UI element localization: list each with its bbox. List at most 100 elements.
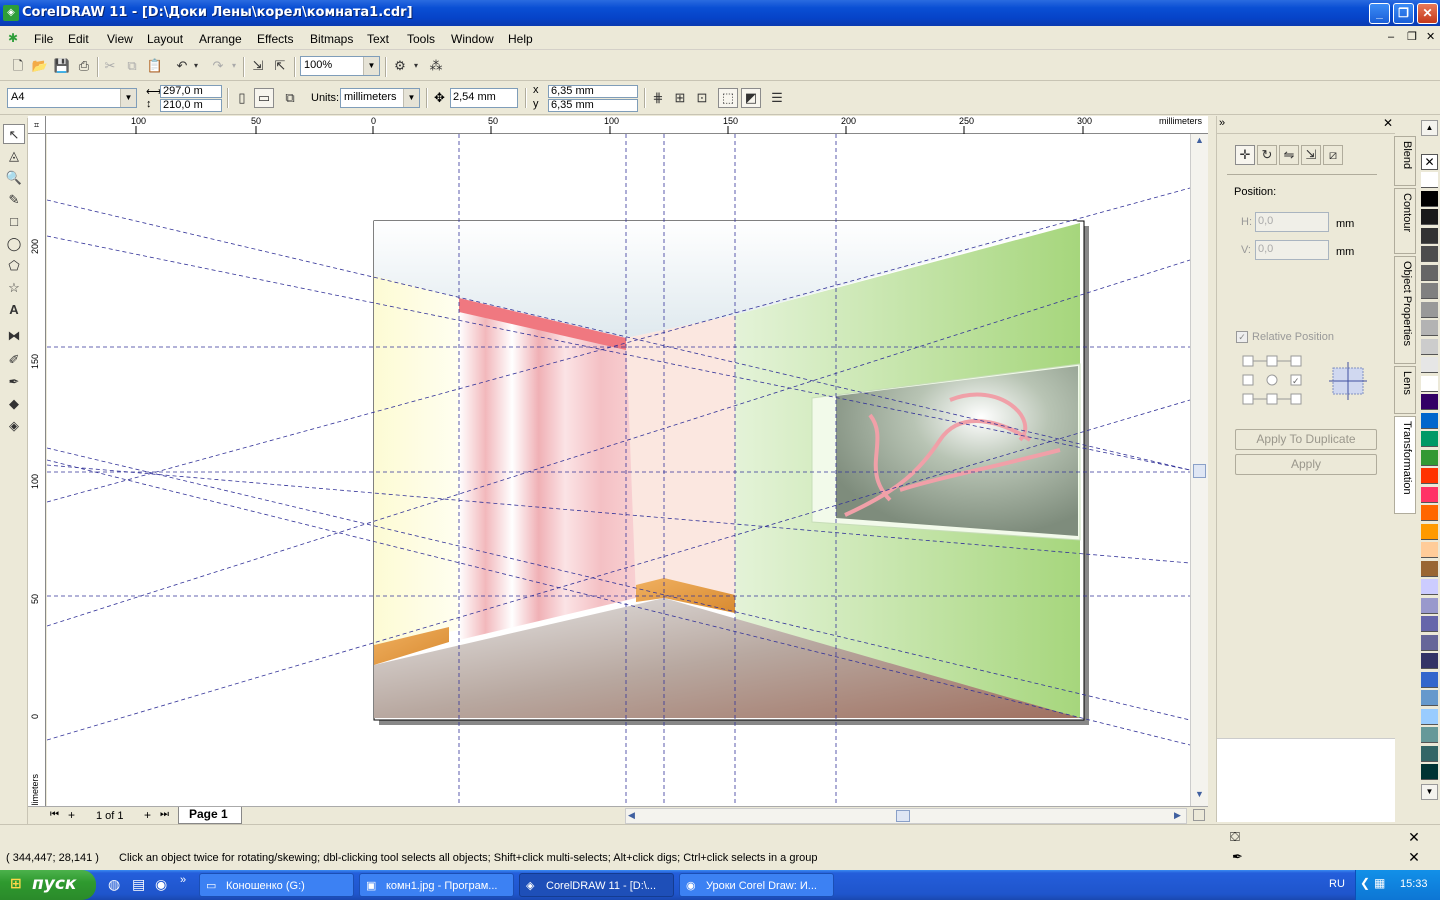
interactive-fill-icon[interactable]: ◈ — [3, 416, 25, 436]
menu-tools[interactable]: Tools — [407, 32, 435, 46]
color-swatch[interactable] — [1421, 357, 1438, 373]
tab-object-properties[interactable]: Object Properties — [1394, 256, 1416, 364]
cut-icon[interactable]: ✂ — [100, 56, 120, 76]
tab-contour[interactable]: Contour — [1394, 188, 1416, 254]
doc-close-button[interactable]: ✕ — [1426, 30, 1435, 43]
corel-online-icon[interactable]: ⁂ — [426, 56, 446, 76]
tab-lens[interactable]: Lens — [1394, 366, 1416, 414]
color-swatch[interactable] — [1421, 283, 1438, 299]
color-swatch[interactable] — [1421, 246, 1438, 262]
color-swatch[interactable] — [1421, 486, 1438, 503]
color-swatch[interactable] — [1421, 745, 1438, 762]
menu-effects[interactable]: Effects — [257, 32, 293, 46]
export-icon[interactable]: ⇱ — [270, 56, 290, 76]
color-swatch[interactable] — [1421, 190, 1438, 207]
chevron-down-icon[interactable]: ▼ — [363, 57, 379, 75]
duplicate-y-field[interactable]: 6,35 mm — [548, 99, 638, 112]
language-indicator[interactable]: RU — [1329, 878, 1345, 890]
options-icon[interactable]: ☰ — [767, 88, 787, 108]
doc-restore-button[interactable]: ❐ — [1407, 30, 1417, 43]
ruler-corner[interactable]: ⌗ — [28, 116, 46, 134]
tray-expand-icon[interactable]: ❮ — [1360, 876, 1370, 890]
basic-shapes-icon[interactable]: ☆ — [3, 278, 25, 298]
color-swatch[interactable] — [1421, 412, 1438, 429]
palette-scroll-down-icon[interactable]: ▼ — [1421, 784, 1438, 800]
paste-icon[interactable]: 📋 — [145, 56, 165, 76]
skew-mode-icon[interactable]: ⧄ — [1323, 145, 1343, 165]
open-icon[interactable]: 📂 — [30, 56, 50, 76]
color-swatch[interactable] — [1421, 690, 1438, 706]
fill-tool-icon[interactable]: ◆ — [3, 394, 25, 414]
tab-transformation[interactable]: Transformation — [1394, 416, 1416, 514]
ellipse-tool-icon[interactable]: ◯ — [3, 234, 25, 254]
outline-tool-icon[interactable]: ✒ — [3, 372, 25, 392]
position-mode-icon[interactable]: ✛ — [1235, 145, 1255, 165]
zoom-combo[interactable]: 100% ▼ — [300, 56, 380, 76]
color-swatch[interactable] — [1421, 542, 1438, 558]
print-icon[interactable]: ⎙ — [74, 56, 94, 76]
color-swatch[interactable] — [1421, 172, 1438, 188]
interactive-blend-icon[interactable]: ⧓ — [3, 326, 25, 346]
color-swatch[interactable] — [1421, 449, 1438, 466]
color-swatch[interactable] — [1421, 209, 1438, 225]
palette-scroll-up-icon[interactable]: ▲ — [1421, 120, 1438, 136]
landscape-icon[interactable]: ▭ — [254, 88, 274, 108]
shape-tool-icon[interactable]: ◬ — [3, 146, 25, 166]
color-swatch[interactable] — [1421, 468, 1438, 484]
text-tool-icon[interactable]: A — [3, 300, 25, 320]
color-swatch[interactable] — [1421, 320, 1438, 336]
size-mode-icon[interactable]: ⇲ — [1301, 145, 1321, 165]
zoom-tool-icon[interactable]: 🔍 — [3, 168, 25, 188]
task-konoshenko[interactable]: ▭ Коношенко (G:) — [199, 873, 354, 897]
quick-launch-desktop-icon[interactable]: ▤ — [132, 876, 145, 893]
treat-filled-icon[interactable]: ⬚ — [718, 88, 738, 108]
undo-icon[interactable]: ↶ — [172, 56, 192, 76]
launcher-dropdown-icon[interactable]: ▾ — [410, 56, 422, 76]
color-swatch[interactable] — [1421, 264, 1438, 281]
eyedropper-icon[interactable]: ✐ — [3, 350, 25, 370]
draw-selection-icon[interactable]: ◩ — [741, 88, 761, 108]
no-fill-swatch[interactable]: ✕ — [1421, 154, 1438, 170]
import-icon[interactable]: ⇲ — [248, 56, 268, 76]
snap-grid-icon[interactable]: ⋕ — [648, 88, 668, 108]
rotate-mode-icon[interactable]: ↻ — [1257, 145, 1277, 165]
menu-arrange[interactable]: Arrange — [199, 32, 242, 46]
task-chrome[interactable]: ◉ Уроки Corel Draw: И... — [679, 873, 834, 897]
last-page-icon[interactable]: ⏭ — [160, 809, 169, 820]
page-width-field[interactable]: 297,0 m — [160, 85, 222, 98]
horizontal-scrollbar[interactable]: ◀ ▶ — [625, 808, 1187, 824]
network-icon[interactable]: ▦ — [1374, 876, 1385, 890]
undo-dropdown-icon[interactable]: ▾ — [190, 56, 202, 76]
save-icon[interactable]: 💾 — [52, 56, 72, 76]
menu-window[interactable]: Window — [451, 32, 494, 46]
relative-position-checkbox[interactable]: ✓ — [1236, 331, 1248, 343]
color-swatch[interactable] — [1421, 764, 1438, 780]
scroll-up-icon[interactable]: ▲ — [1192, 135, 1207, 150]
docker-expand-icon[interactable]: » — [1219, 117, 1225, 129]
paper-type-combo[interactable]: A4 ▼ — [7, 88, 137, 108]
color-swatch[interactable] — [1421, 616, 1438, 632]
tab-blend[interactable]: Blend — [1394, 136, 1416, 186]
menu-bitmaps[interactable]: Bitmaps — [310, 32, 353, 46]
scroll-thumb[interactable] — [896, 810, 910, 822]
color-swatch[interactable] — [1421, 301, 1438, 318]
color-swatch[interactable] — [1421, 338, 1438, 355]
vertical-ruler[interactable]: 200 150 100 50 0 millimeters — [28, 134, 46, 824]
duplicate-x-field[interactable]: 6,35 mm — [548, 85, 638, 98]
menu-edit[interactable]: Edit — [68, 32, 89, 46]
redo-dropdown-icon[interactable]: ▾ — [228, 56, 240, 76]
color-swatch[interactable] — [1421, 597, 1438, 614]
h-position-field[interactable]: 0,0 — [1255, 212, 1329, 232]
task-image-viewer[interactable]: ▣ комн1.jpg - Програм... — [359, 873, 514, 897]
color-swatch[interactable] — [1421, 394, 1438, 410]
quick-launch-expand-icon[interactable]: » — [180, 874, 186, 886]
quick-launch-ie-icon[interactable]: ◍ — [108, 876, 120, 893]
minimize-button[interactable]: _ — [1369, 3, 1390, 24]
page-height-field[interactable]: 210,0 m — [160, 99, 222, 112]
application-launcher-icon[interactable]: ⚙ — [390, 56, 410, 76]
color-swatch[interactable] — [1421, 671, 1438, 688]
horizontal-ruler[interactable]: 100 50 0 50 100 150 200 250 300 millimet… — [46, 116, 1208, 134]
menu-text[interactable]: Text — [367, 32, 389, 46]
docker-close-icon[interactable]: ✕ — [1383, 116, 1393, 130]
all-pages-icon[interactable]: ⧉ — [280, 88, 300, 108]
